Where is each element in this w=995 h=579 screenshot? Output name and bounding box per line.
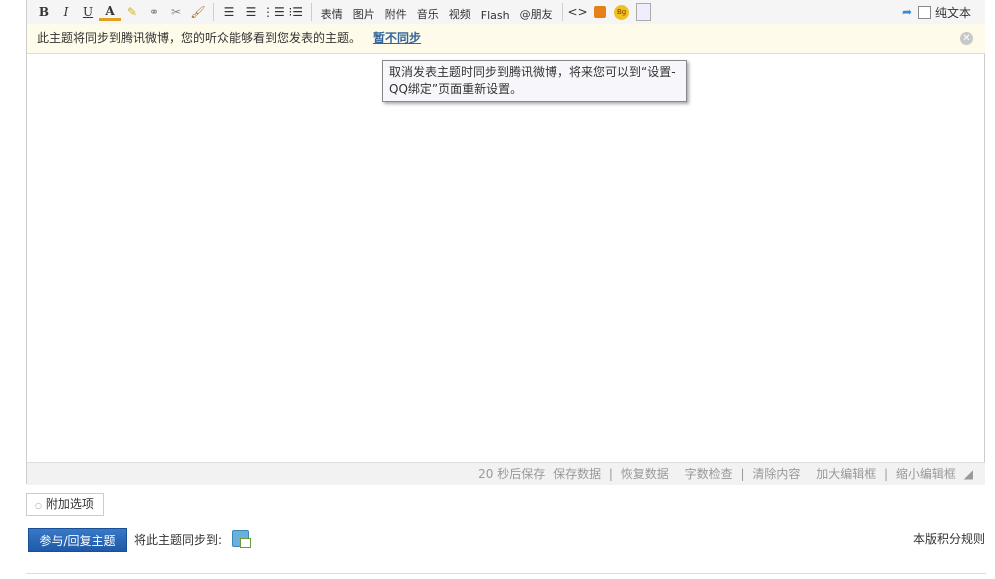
tencent-weibo-icon-badge	[240, 538, 251, 548]
extra-options-label: 附加选项	[45, 497, 94, 511]
restore-data-link[interactable]: 恢复数据	[621, 467, 669, 481]
toolbar-divider	[310, 3, 312, 21]
clear-content-link[interactable]: 清除内容	[752, 467, 800, 481]
enlarge-editor-link[interactable]: 加大编辑框	[816, 467, 876, 481]
ordered-list-icon[interactable]: ⋮☰	[262, 1, 285, 23]
underline-icon[interactable]: U	[77, 1, 99, 23]
reply-submit-button[interactable]: 参与/回复主题	[28, 528, 127, 552]
code-icon[interactable]: <>	[567, 1, 589, 23]
save-data-link[interactable]: 保存数据	[553, 467, 601, 481]
image-button[interactable]: 图片	[348, 0, 380, 24]
sync-notice-text: 此主题将同步到腾讯微博，您的听众能够看到您发表的主题。	[37, 31, 362, 45]
quote-icon[interactable]	[589, 1, 611, 23]
align-left-icon[interactable]: ☰	[218, 1, 240, 23]
separator: |	[608, 467, 613, 481]
credit-rules-link[interactable]: 本版积分规则	[913, 530, 985, 547]
unordered-list-icon[interactable]: ⁝☰	[285, 1, 307, 23]
bullet-icon: ○	[35, 501, 42, 510]
close-icon[interactable]: ✕	[960, 32, 973, 45]
flash-button[interactable]: Flash	[476, 0, 515, 24]
image-icon[interactable]	[633, 1, 655, 23]
spellcheck-icon[interactable]: ✎	[121, 1, 143, 23]
editor-status-bar: 20 秒后保存 保存数据 | 恢复数据 字数检查 | 清除内容 加大编辑框 | …	[27, 462, 985, 485]
link-icon[interactable]: ⚭	[143, 1, 165, 23]
plain-text-label[interactable]: 纯文本	[935, 4, 971, 21]
plain-text-checkbox[interactable]	[917, 5, 931, 19]
toolbar-divider	[213, 3, 214, 21]
separator: |	[740, 467, 745, 481]
resize-handle-icon[interactable]: ◢	[964, 467, 973, 481]
bg-icon[interactable]: Bg	[611, 1, 633, 23]
video-button[interactable]: 视频	[444, 0, 476, 24]
autosave-countdown: 20 秒后保存	[478, 467, 546, 481]
font-color-icon[interactable]: A	[99, 3, 121, 21]
align-right-icon[interactable]: ☰	[240, 1, 262, 23]
separator: |	[884, 467, 889, 481]
attachment-button[interactable]: 附件	[380, 0, 412, 24]
divider	[26, 573, 986, 574]
toolbar-divider	[561, 3, 563, 21]
bold-icon[interactable]: B	[33, 1, 55, 23]
italic-icon[interactable]: I	[55, 1, 77, 23]
music-button[interactable]: 音乐	[412, 0, 444, 24]
sync-notice-bar: 此主题将同步到腾讯微博，您的听众能够看到您发表的主题。 暂不同步 ✕	[27, 24, 985, 54]
word-count-link[interactable]: 字数检查	[685, 467, 733, 481]
sync-label: 将此主题同步到:	[134, 533, 223, 547]
unlink-icon[interactable]: ✂	[165, 1, 187, 23]
emoticon-button[interactable]: 表情	[316, 0, 348, 24]
extra-options-button[interactable]: ○ 附加选项	[26, 493, 104, 516]
editor-toolbar: B I U A ✎ ⚭ ✂ 🖌 ☰ ☰ ⋮☰ ⁝☰ 表情 图片 附件 音乐 视频…	[27, 0, 985, 25]
mention-friend-button[interactable]: @朋友	[515, 0, 558, 24]
clear-format-icon[interactable]: 🖌	[187, 1, 209, 23]
tooltip: 取消发表主题时同步到腾讯微博，将来您可以到“设置-QQ绑定”页面重新设置。	[382, 60, 687, 102]
shrink-editor-link[interactable]: 缩小编辑框	[896, 467, 956, 481]
disable-sync-link[interactable]: 暂不同步	[373, 31, 421, 45]
undo-arrow-icon[interactable]: ➦	[896, 1, 918, 23]
